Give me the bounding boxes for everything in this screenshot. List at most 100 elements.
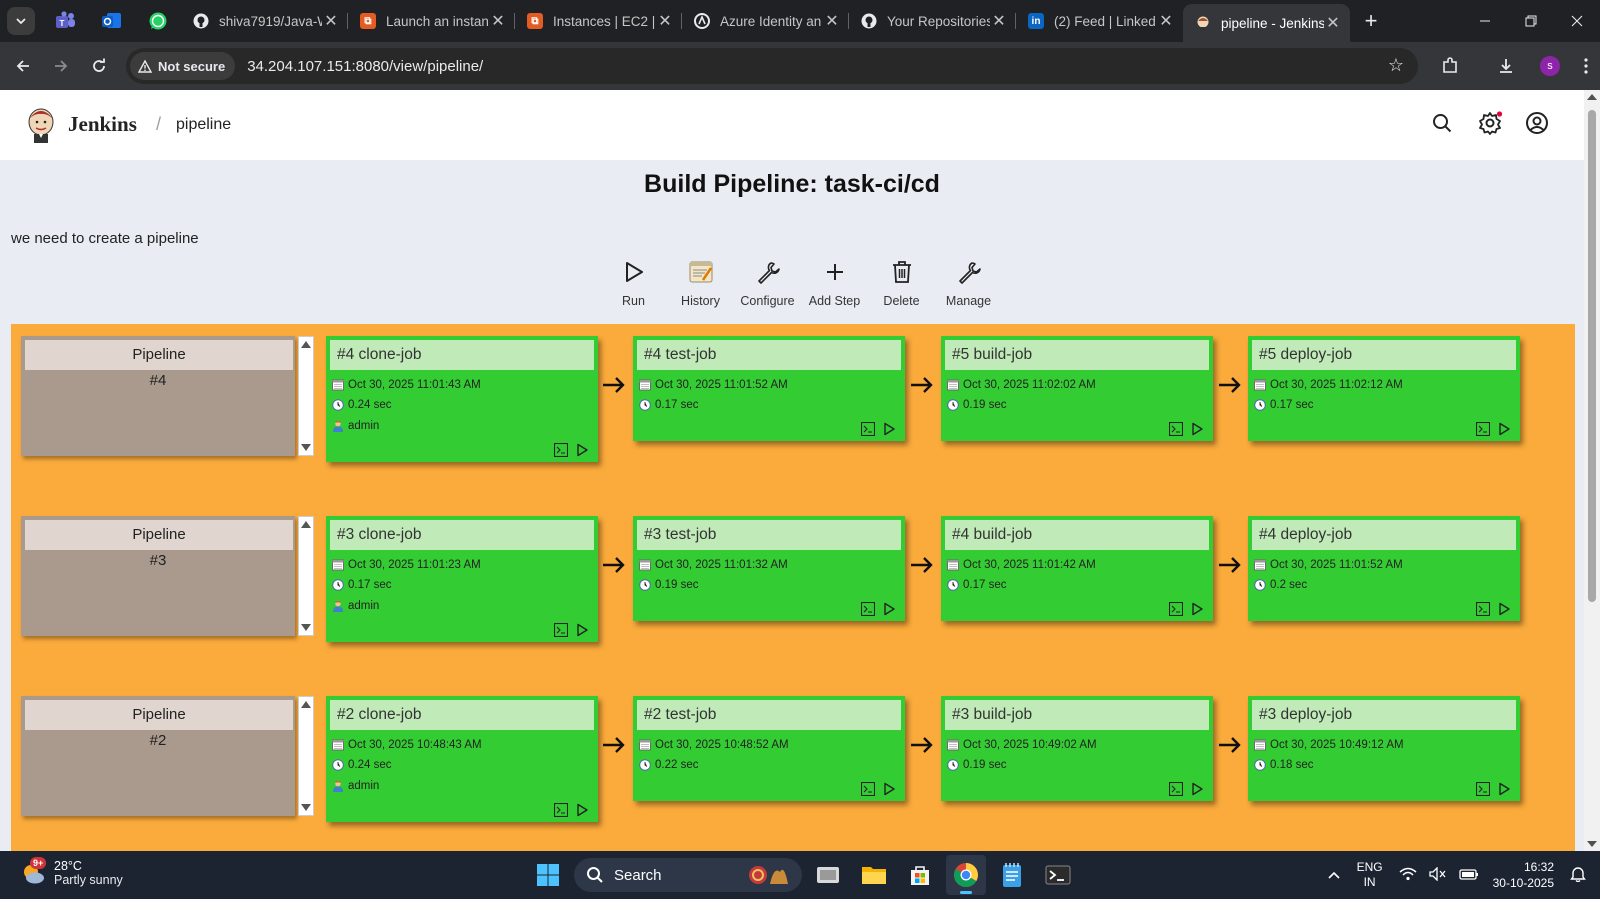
scroll-up-arrow[interactable] [1587, 94, 1597, 100]
taskbar-search[interactable]: Search [574, 858, 802, 892]
rebuild-play-icon[interactable] [883, 422, 895, 436]
job-name[interactable]: #4 build-job [945, 520, 1209, 550]
rebuild-play-icon[interactable] [576, 803, 588, 817]
job-name[interactable]: #2 clone-job [330, 700, 594, 730]
job-name[interactable]: #4 deploy-job [1252, 520, 1516, 550]
forward-button[interactable] [43, 48, 79, 84]
rebuild-play-icon[interactable] [1191, 422, 1203, 436]
restore-button[interactable] [1508, 0, 1554, 42]
start-button[interactable] [528, 855, 568, 895]
job-card[interactable]: #4 build-job Oct 30, 2025 11:01:42 AM 0.17… [941, 516, 1213, 621]
job-card[interactable]: #5 build-job Oct 30, 2025 11:02:02 AM 0.19… [941, 336, 1213, 441]
back-button[interactable] [5, 48, 41, 84]
notepad-button[interactable] [992, 855, 1032, 895]
job-card[interactable]: #3 clone-job Oct 30, 2025 11:01:23 AM 0.17… [326, 516, 598, 642]
breadcrumb-pipeline[interactable]: pipeline [176, 116, 231, 134]
job-name[interactable]: #2 test-job [637, 700, 901, 730]
tab-ec2-instances[interactable]: ⧉ Instances | EC2 | u ✕ [515, 4, 682, 38]
task-view-button[interactable] [808, 855, 848, 895]
tab-your-repositories[interactable]: Your Repositories ✕ [849, 4, 1016, 38]
job-name[interactable]: #5 deploy-job [1252, 340, 1516, 370]
history-button[interactable]: History [667, 258, 734, 308]
rebuild-play-icon[interactable] [883, 782, 895, 796]
tab-github-java[interactable]: shiva7919/Java-W ✕ [181, 4, 348, 38]
show-hidden-icons-button[interactable] [1327, 867, 1341, 883]
manage-jenkins-button[interactable] [1477, 110, 1503, 136]
page-scrollbar[interactable] [1584, 90, 1600, 851]
tab-azure-identity[interactable]: Azure Identity an ✕ [682, 4, 849, 38]
pipeline-run-box[interactable]: Pipeline #4 [21, 336, 295, 456]
job-card[interactable]: #4 test-job Oct 30, 2025 11:01:52 AM 0.17 … [633, 336, 905, 441]
address-bar[interactable]: Not secure 34.204.107.151:8080/view/pipe… [126, 48, 1418, 84]
add-step-button[interactable]: Add Step [801, 258, 868, 308]
job-name[interactable]: #3 test-job [637, 520, 901, 550]
weather-widget[interactable]: 9+ 28°C Partly sunny [20, 857, 123, 887]
close-tab-icon[interactable]: ✕ [823, 11, 841, 31]
new-tab-button[interactable]: + [1354, 4, 1388, 38]
reload-button[interactable] [81, 48, 117, 84]
scroll-up-arrow[interactable] [301, 701, 311, 708]
tab-linkedin-feed[interactable]: in (2) Feed | LinkedI ✕ [1016, 4, 1183, 38]
job-card[interactable]: #3 build-job Oct 30, 2025 10:49:02 AM 0.19… [941, 696, 1213, 801]
url-text[interactable]: 34.204.107.151:8080/view/pipeline/ [247, 58, 483, 75]
pinned-tab-whatsapp[interactable] [135, 4, 181, 38]
job-name[interactable]: #3 clone-job [330, 520, 594, 550]
console-output-icon[interactable] [1169, 782, 1183, 796]
run-button[interactable]: Run [600, 258, 667, 308]
job-card[interactable]: #2 clone-job Oct 30, 2025 10:48:43 AM 0.24… [326, 696, 598, 822]
downloads-button[interactable] [1484, 48, 1528, 84]
pipeline-box-scrollbar[interactable] [298, 336, 314, 456]
scroll-thumb[interactable] [1588, 110, 1596, 602]
console-output-icon[interactable] [554, 623, 568, 637]
job-name[interactable]: #3 build-job [945, 700, 1209, 730]
bookmark-star-icon[interactable]: ☆ [1388, 55, 1404, 76]
scroll-down-arrow[interactable] [301, 624, 311, 631]
notifications-icon[interactable] [1570, 866, 1586, 885]
jenkins-brand[interactable]: Jenkins [68, 112, 137, 137]
scroll-down-arrow[interactable] [301, 444, 311, 451]
job-card[interactable]: #4 deploy-job Oct 30, 2025 11:01:52 AM 0.2… [1248, 516, 1520, 621]
job-card[interactable]: #3 deploy-job Oct 30, 2025 10:49:12 AM 0.1… [1248, 696, 1520, 801]
rebuild-play-icon[interactable] [1498, 602, 1510, 616]
terminal-button[interactable] [1038, 855, 1078, 895]
tab-launch-instance[interactable]: ⧉ Launch an instanc ✕ [348, 4, 515, 38]
console-output-icon[interactable] [861, 422, 875, 436]
security-indicator[interactable]: Not secure [130, 52, 236, 80]
pinned-tab-teams[interactable]: T [43, 4, 89, 38]
volume-muted-icon[interactable] [1428, 865, 1447, 884]
scroll-up-arrow[interactable] [301, 341, 311, 348]
job-card[interactable]: #5 deploy-job Oct 30, 2025 11:02:12 AM 0.1… [1248, 336, 1520, 441]
close-tab-icon[interactable]: ✕ [990, 11, 1008, 31]
language-indicator[interactable]: ENG IN [1357, 860, 1383, 890]
user-account-button[interactable] [1524, 110, 1550, 136]
job-name[interactable]: #4 clone-job [330, 340, 594, 370]
pipeline-box-scrollbar[interactable] [298, 696, 314, 816]
file-explorer-button[interactable] [854, 855, 894, 895]
extensions-button[interactable] [1428, 48, 1472, 84]
rebuild-play-icon[interactable] [576, 443, 588, 457]
search-button[interactable] [1429, 110, 1455, 136]
microsoft-store-button[interactable] [900, 855, 940, 895]
job-name[interactable]: #5 build-job [945, 340, 1209, 370]
profile-avatar[interactable]: s [1540, 56, 1560, 76]
rebuild-play-icon[interactable] [1498, 782, 1510, 796]
configure-button[interactable]: Configure [734, 258, 801, 308]
wifi-icon[interactable] [1399, 867, 1417, 884]
rebuild-play-icon[interactable] [1191, 782, 1203, 796]
rebuild-play-icon[interactable] [1191, 602, 1203, 616]
console-output-icon[interactable] [861, 782, 875, 796]
close-tab-icon[interactable]: ✕ [656, 11, 674, 31]
console-output-icon[interactable] [1476, 782, 1490, 796]
system-clock[interactable]: 16:32 30-10-2025 [1493, 859, 1554, 891]
console-output-icon[interactable] [554, 443, 568, 457]
rebuild-play-icon[interactable] [883, 602, 895, 616]
pipeline-box-scrollbar[interactable] [298, 516, 314, 636]
close-tab-icon[interactable]: ✕ [1324, 13, 1342, 33]
scroll-down-arrow[interactable] [301, 804, 311, 811]
pinned-tab-outlook[interactable] [89, 4, 135, 38]
console-output-icon[interactable] [1476, 422, 1490, 436]
battery-icon[interactable] [1458, 867, 1479, 884]
rebuild-play-icon[interactable] [576, 623, 588, 637]
console-output-icon[interactable] [1169, 602, 1183, 616]
minimize-button[interactable] [1462, 0, 1508, 42]
